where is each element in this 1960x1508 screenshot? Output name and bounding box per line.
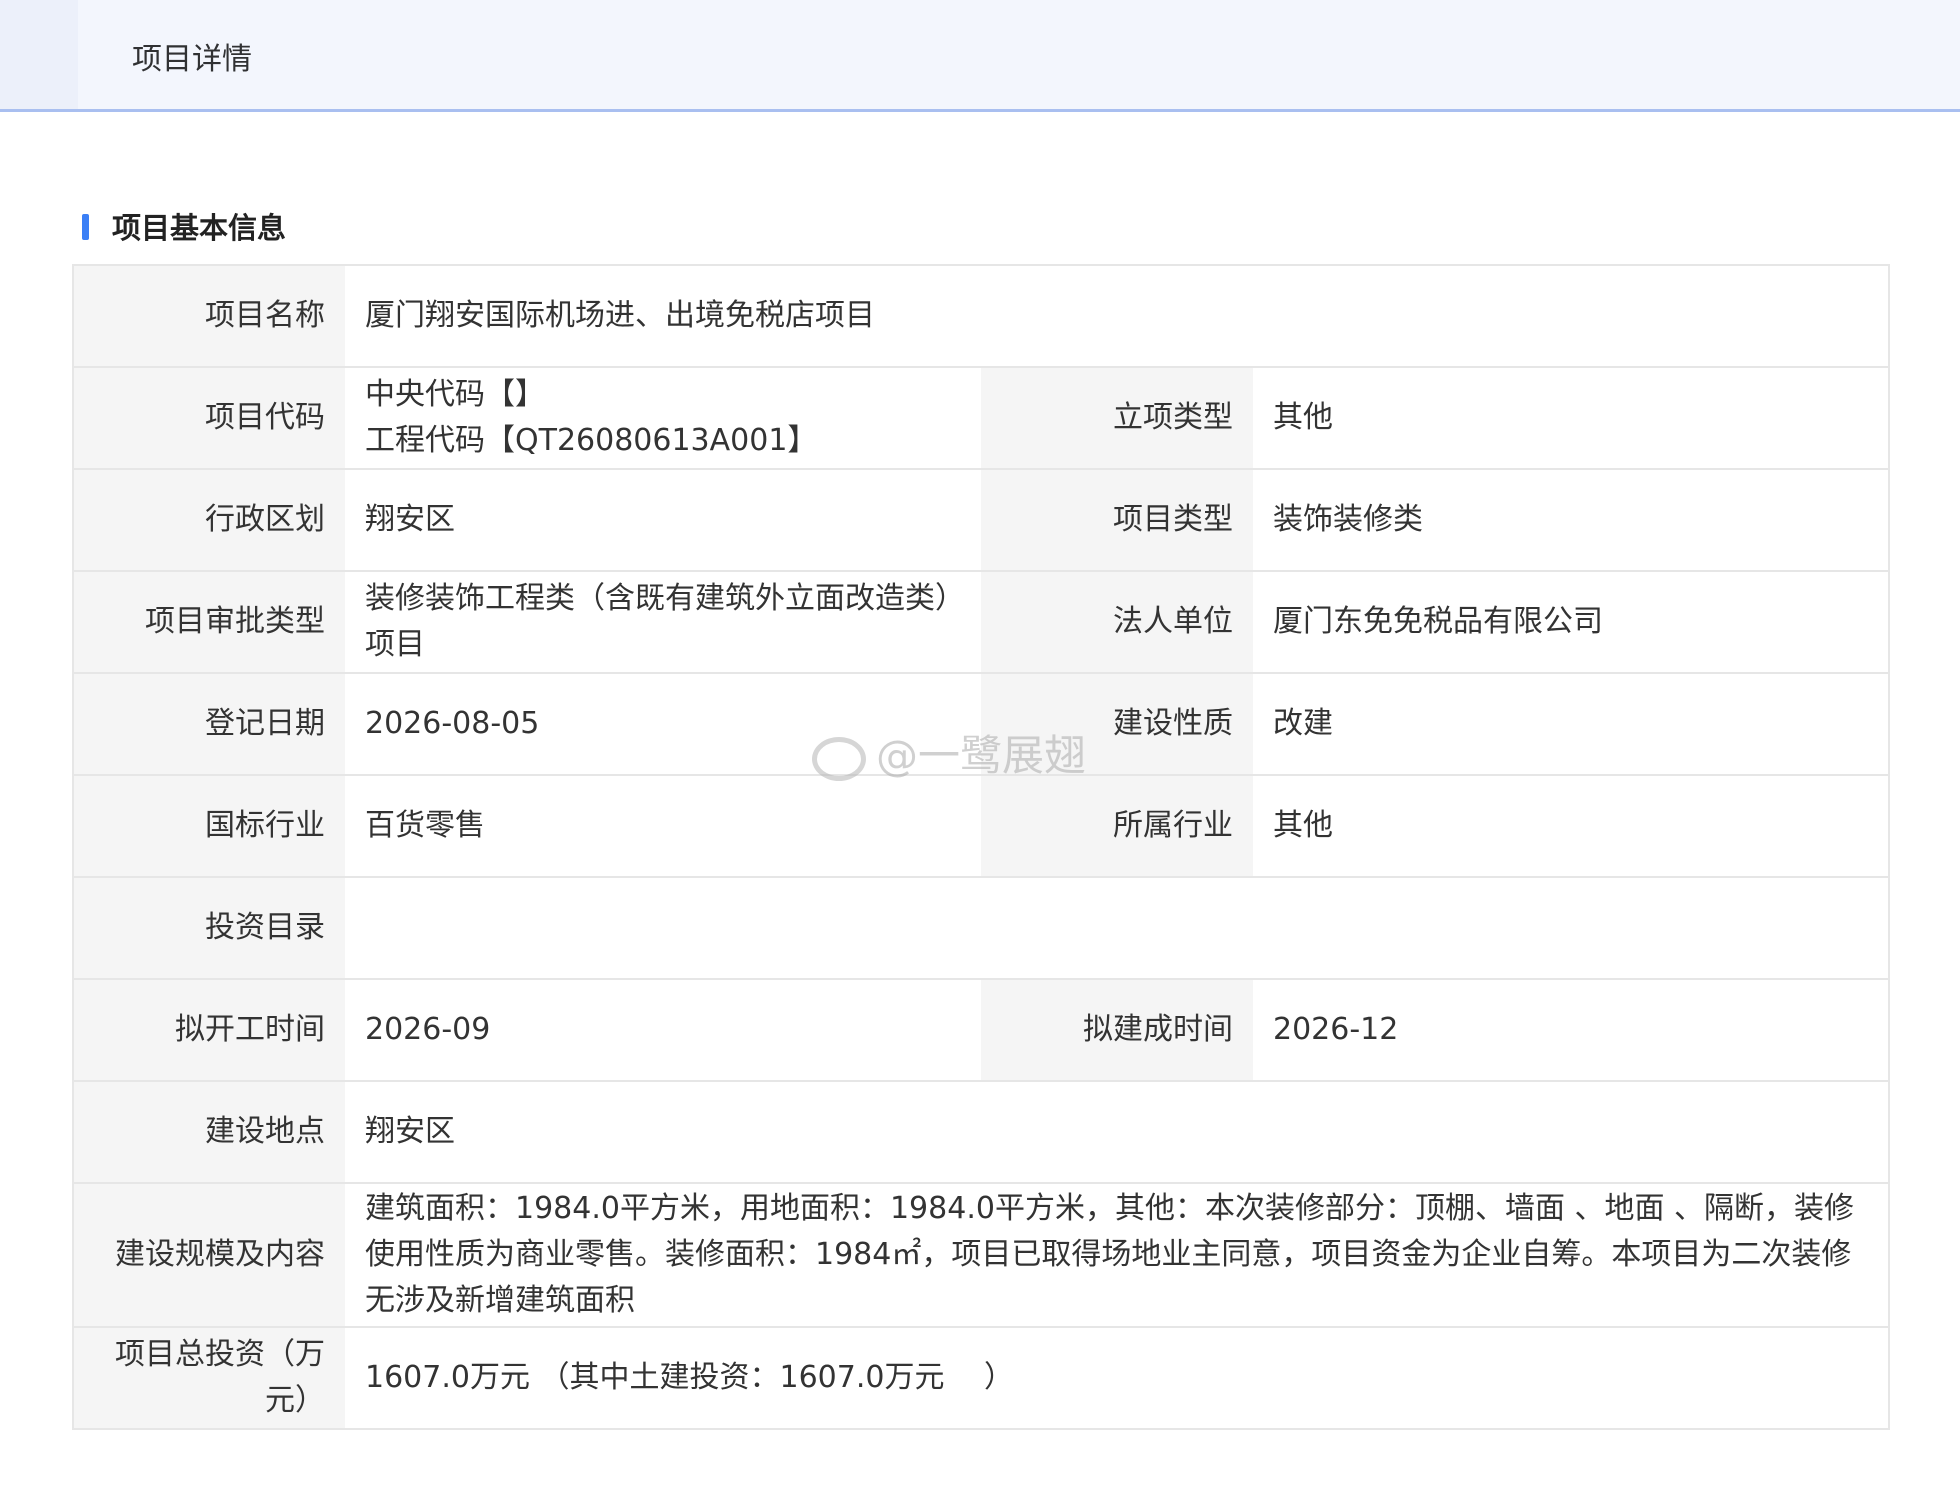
value-completion-time: 2026-12: [1253, 978, 1890, 1081]
tab-project-detail[interactable]: 项目详情: [132, 40, 252, 80]
row-investment: 项目总投资（万元） 1607.0万元 （其中土建投资：1607.0万元 ）: [73, 1326, 1890, 1429]
row-region: 行政区划 翔安区 项目类型 装饰装修类: [73, 468, 1890, 571]
value-investment-catalog: [345, 876, 1890, 979]
label-completion-time: 拟建成时间: [981, 978, 1253, 1081]
label-project-name: 项目名称: [73, 264, 345, 367]
label-investment-catalog: 投资目录: [73, 876, 345, 979]
weibo-logo-icon: [812, 736, 866, 781]
label-project-type: 项目类型: [981, 468, 1253, 571]
value-national-industry: 百货零售: [345, 774, 981, 877]
label-project-code: 项目代码: [73, 366, 345, 469]
value-scale: 建筑面积：1984.0平方米，用地面积：1984.0平方米，其他：本次装修部分：…: [345, 1182, 1890, 1327]
row-project-name: 项目名称 厦门翔安国际机场进、出境免税店项目: [73, 264, 1890, 367]
section-accent-bar: [82, 214, 89, 240]
engineering-code: 工程代码【QT26080613A001】: [365, 423, 818, 458]
label-review-type: 项目审批类型: [73, 570, 345, 673]
value-project-code: 中央代码【】 工程代码【QT26080613A001】: [345, 366, 981, 469]
row-scale: 建设规模及内容 建筑面积：1984.0平方米，用地面积：1984.0平方米，其他…: [73, 1182, 1890, 1327]
project-info-table: 项目名称 厦门翔安国际机场进、出境免税店项目 项目代码 中央代码【】 工程代码【…: [72, 264, 1891, 1430]
row-catalog: 投资目录: [73, 876, 1890, 979]
label-region: 行政区划: [73, 468, 345, 571]
row-industry: 国标行业 百货零售 所属行业 其他: [73, 774, 1890, 877]
tab-bar-left-strip: [0, 0, 78, 109]
value-start-time: 2026-09: [345, 978, 981, 1081]
row-project-code: 项目代码 中央代码【】 工程代码【QT26080613A001】 立项类型 其他: [73, 366, 1890, 469]
value-legal-entity: 厦门东免免税品有限公司: [1253, 570, 1890, 673]
value-construction-nature: 改建: [1253, 672, 1890, 775]
value-region: 翔安区: [345, 468, 981, 571]
top-tab-bar: 项目详情: [0, 0, 1960, 112]
label-location: 建设地点: [73, 1080, 345, 1183]
section-title: 项目基本信息: [112, 211, 287, 245]
label-national-industry: 国标行业: [73, 774, 345, 877]
label-industry: 所属行业: [981, 774, 1253, 877]
value-total-investment: 1607.0万元 （其中土建投资：1607.0万元 ）: [345, 1326, 1890, 1429]
label-start-time: 拟开工时间: [73, 978, 345, 1081]
label-reg-date: 登记日期: [73, 672, 345, 775]
watermark: @一鹭展翅: [812, 722, 1086, 783]
watermark-text: @一鹭展翅: [876, 731, 1087, 780]
row-schedule: 拟开工时间 2026-09 拟建成时间 2026-12: [73, 978, 1890, 1081]
label-legal-entity: 法人单位: [981, 570, 1253, 673]
value-review-type: 装修装饰工程类（含既有建筑外立面改造类）项目: [345, 570, 981, 673]
value-project-type: 装饰装修类: [1253, 468, 1890, 571]
value-approval-type: 其他: [1253, 366, 1890, 469]
row-approval: 项目审批类型 装修装饰工程类（含既有建筑外立面改造类）项目 法人单位 厦门东免免…: [73, 570, 1890, 673]
value-industry: 其他: [1253, 774, 1890, 877]
value-project-name: 厦门翔安国际机场进、出境免税店项目: [345, 264, 1890, 367]
row-location: 建设地点 翔安区: [73, 1080, 1890, 1183]
label-scale: 建设规模及内容: [73, 1182, 345, 1327]
central-code: 中央代码【】: [365, 377, 545, 412]
value-location: 翔安区: [345, 1080, 1890, 1183]
label-total-investment: 项目总投资（万元）: [73, 1326, 345, 1429]
label-approval-type: 立项类型: [981, 366, 1253, 469]
